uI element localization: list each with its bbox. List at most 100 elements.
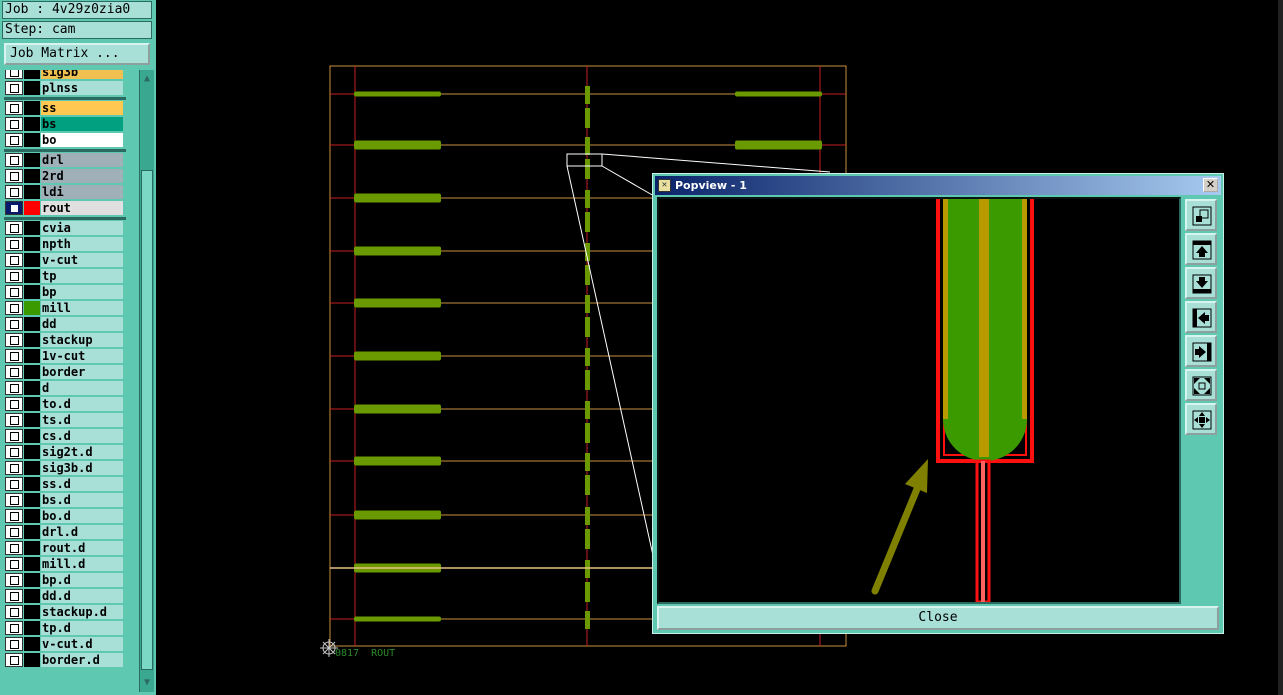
layer-row[interactable]: rout.d xyxy=(4,540,126,556)
layer-name[interactable]: d xyxy=(41,381,123,395)
layer-name[interactable]: stackup.d xyxy=(41,605,123,619)
layer-color-swatch[interactable] xyxy=(24,509,40,523)
layer-name[interactable]: rout.d xyxy=(41,541,123,555)
layer-color-swatch[interactable] xyxy=(24,349,40,363)
popview-titlebar[interactable]: ✕ Popview - 1 ✕ xyxy=(655,176,1221,195)
layer-row[interactable]: dd.d xyxy=(4,588,126,604)
close-icon[interactable]: ✕ xyxy=(1203,178,1218,192)
layer-name[interactable]: npth xyxy=(41,237,123,251)
layer-display-checkbox[interactable] xyxy=(5,557,23,571)
layer-name[interactable]: border.d xyxy=(41,653,123,667)
layer-display-checkbox[interactable] xyxy=(5,429,23,443)
layer-row[interactable]: bs.d xyxy=(4,492,126,508)
layer-name[interactable]: mill.d xyxy=(41,557,123,571)
layer-color-swatch[interactable] xyxy=(24,637,40,651)
layer-row[interactable]: stackup.d xyxy=(4,604,126,620)
layer-color-swatch[interactable] xyxy=(24,653,40,667)
layer-display-checkbox[interactable] xyxy=(5,117,23,131)
layer-display-checkbox[interactable] xyxy=(5,621,23,635)
layer-display-checkbox[interactable] xyxy=(5,653,23,667)
layer-display-checkbox[interactable] xyxy=(5,301,23,315)
layer-name[interactable]: sig3b.d xyxy=(41,461,123,475)
close-button[interactable]: Close xyxy=(657,606,1219,630)
layer-name[interactable]: ts.d xyxy=(41,413,123,427)
layer-name[interactable]: 2rd xyxy=(41,169,123,183)
layer-display-checkbox[interactable] xyxy=(5,525,23,539)
layer-name[interactable]: ss xyxy=(41,101,123,115)
pan-down-button[interactable] xyxy=(1185,267,1217,299)
layer-name[interactable]: bp.d xyxy=(41,573,123,587)
layer-name[interactable]: drl xyxy=(41,153,123,167)
popview-zoom-view[interactable] xyxy=(657,197,1181,604)
layer-color-swatch[interactable] xyxy=(24,573,40,587)
layer-row[interactable]: drl xyxy=(4,152,126,168)
layer-color-swatch[interactable] xyxy=(24,101,40,115)
zoom-out-button[interactable] xyxy=(1185,403,1217,435)
layer-display-checkbox[interactable] xyxy=(5,285,23,299)
layer-color-swatch[interactable] xyxy=(24,397,40,411)
layer-row[interactable]: drl.d xyxy=(4,524,126,540)
layer-display-checkbox[interactable] xyxy=(5,221,23,235)
layer-row[interactable]: to.d xyxy=(4,396,126,412)
layer-color-swatch[interactable] xyxy=(24,169,40,183)
layer-list-scrollbar[interactable]: ▲ ▼ xyxy=(139,70,154,692)
layer-name[interactable]: dd xyxy=(41,317,123,331)
layer-color-swatch[interactable] xyxy=(24,381,40,395)
layer-color-swatch[interactable] xyxy=(24,477,40,491)
layer-display-checkbox[interactable] xyxy=(5,133,23,147)
layer-display-checkbox[interactable] xyxy=(5,397,23,411)
layer-name[interactable]: dd.d xyxy=(41,589,123,603)
layer-name[interactable]: to.d xyxy=(41,397,123,411)
layer-display-checkbox[interactable] xyxy=(5,589,23,603)
layer-display-checkbox[interactable] xyxy=(5,333,23,347)
layer-row[interactable]: bp xyxy=(4,284,126,300)
layer-name[interactable]: cvia xyxy=(41,221,123,235)
layer-row[interactable]: sig3b xyxy=(4,70,126,80)
layer-name[interactable]: 1v-cut xyxy=(41,349,123,363)
layer-display-checkbox[interactable] xyxy=(5,201,23,215)
layer-color-swatch[interactable] xyxy=(24,221,40,235)
layer-color-swatch[interactable] xyxy=(24,185,40,199)
layer-display-checkbox[interactable] xyxy=(5,477,23,491)
layer-row[interactable]: bo.d xyxy=(4,508,126,524)
layer-color-swatch[interactable] xyxy=(24,461,40,475)
layer-color-swatch[interactable] xyxy=(24,333,40,347)
layer-color-swatch[interactable] xyxy=(24,429,40,443)
layer-name[interactable]: plnss xyxy=(41,81,123,95)
layer-row[interactable]: tp.d xyxy=(4,620,126,636)
layer-display-checkbox[interactable] xyxy=(5,365,23,379)
layer-display-checkbox[interactable] xyxy=(5,637,23,651)
layer-row[interactable]: stackup xyxy=(4,332,126,348)
layer-display-checkbox[interactable] xyxy=(5,605,23,619)
job-matrix-button[interactable]: Job Matrix ... xyxy=(4,43,150,65)
layer-row[interactable]: ldi xyxy=(4,184,126,200)
layer-name[interactable]: ldi xyxy=(41,185,123,199)
layer-name[interactable]: v-cut.d xyxy=(41,637,123,651)
layer-color-swatch[interactable] xyxy=(24,413,40,427)
zoom-fit-button[interactable] xyxy=(1185,199,1217,231)
layer-row[interactable]: ts.d xyxy=(4,412,126,428)
layer-color-swatch[interactable] xyxy=(24,493,40,507)
layer-name[interactable]: sig2t.d xyxy=(41,445,123,459)
layer-row[interactable]: rout xyxy=(4,200,126,216)
layer-color-swatch[interactable] xyxy=(24,70,40,79)
pan-up-button[interactable] xyxy=(1185,233,1217,265)
layer-color-swatch[interactable] xyxy=(24,153,40,167)
layer-color-swatch[interactable] xyxy=(24,589,40,603)
scroll-down-arrow-icon[interactable]: ▼ xyxy=(140,676,154,690)
layer-name[interactable]: mill xyxy=(41,301,123,315)
layer-color-swatch[interactable] xyxy=(24,201,40,215)
layer-color-swatch[interactable] xyxy=(24,81,40,95)
layer-display-checkbox[interactable] xyxy=(5,70,23,79)
layer-name[interactable]: bo.d xyxy=(41,509,123,523)
layer-row[interactable]: tp xyxy=(4,268,126,284)
layer-color-swatch[interactable] xyxy=(24,445,40,459)
layer-display-checkbox[interactable] xyxy=(5,237,23,251)
layer-name[interactable]: bp xyxy=(41,285,123,299)
layer-row[interactable]: plnss xyxy=(4,80,126,96)
layer-row[interactable]: cvia xyxy=(4,220,126,236)
layer-display-checkbox[interactable] xyxy=(5,349,23,363)
layer-name[interactable]: stackup xyxy=(41,333,123,347)
layer-display-checkbox[interactable] xyxy=(5,169,23,183)
layer-color-swatch[interactable] xyxy=(24,253,40,267)
